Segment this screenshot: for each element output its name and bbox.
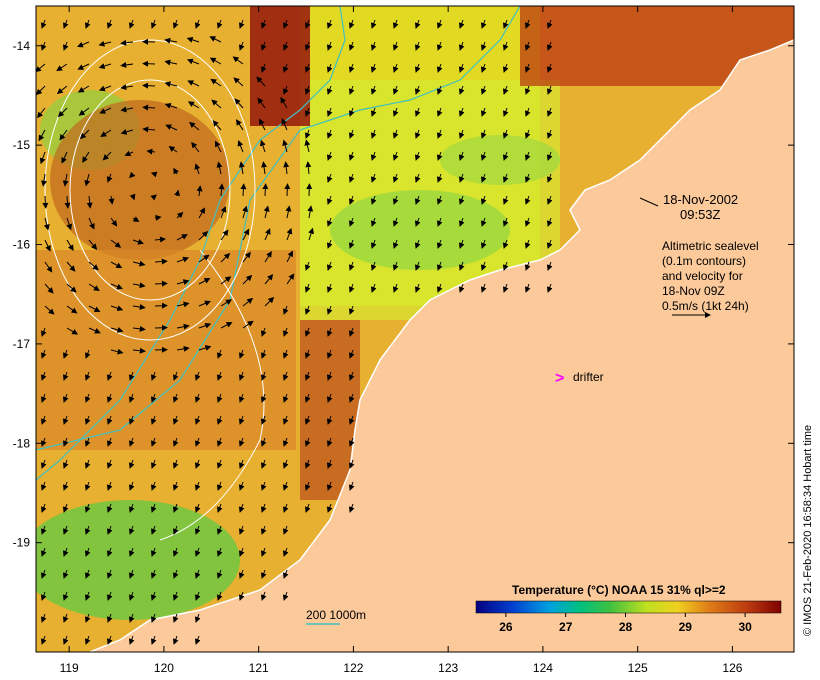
lat-tick-label: -14 bbox=[13, 39, 31, 53]
velocity-arrow bbox=[142, 82, 156, 89]
velocity-arrow bbox=[154, 280, 168, 287]
time-label: 09:53Z bbox=[680, 207, 721, 222]
legend-line-1: Altimetric sealevel bbox=[662, 239, 759, 253]
lon-tick-label: 122 bbox=[343, 661, 363, 675]
lon-tick-label: 121 bbox=[249, 661, 269, 675]
lat-tick-label: -17 bbox=[13, 337, 31, 351]
drifter-label: drifter bbox=[573, 370, 604, 384]
legend-line-3: and velocity for bbox=[662, 269, 743, 283]
legend-line-4: 18-Nov 09Z bbox=[662, 284, 725, 298]
credit-text: © IMOS 21-Feb-2020 16:58:34 Hobart time bbox=[802, 425, 814, 636]
lon-tick-label: 119 bbox=[60, 661, 79, 675]
velocity-arrow bbox=[154, 302, 168, 309]
legend-line-5: 0.5m/s (1kt 24h) bbox=[662, 299, 749, 313]
colorbar-title: Temperature (°C) NOAA 15 31% ql>=2 bbox=[512, 583, 726, 597]
lat-tick-label: -19 bbox=[13, 536, 31, 550]
lat-tick-label: -15 bbox=[13, 138, 31, 152]
velocity-arrow bbox=[262, 183, 269, 197]
lat-tick-label: -18 bbox=[13, 436, 31, 450]
colorbar-tick-label: 27 bbox=[559, 620, 573, 634]
lon-tick-label: 126 bbox=[722, 661, 742, 675]
colorbar-tick-label: 26 bbox=[499, 620, 513, 634]
colorbar-tick-label: 29 bbox=[679, 620, 693, 634]
sst-map: 119 120 121 122 123 124 125 126 -14 -15 -16 -17 -18… bbox=[13, 5, 814, 675]
bathymetry-label: 200 1000m bbox=[306, 608, 366, 622]
colorbar-tick-label: 30 bbox=[738, 620, 752, 634]
lon-tick-label: 125 bbox=[628, 661, 648, 675]
date-label: 18-Nov-2002 bbox=[663, 192, 738, 207]
velocity-arrow bbox=[42, 195, 49, 209]
colorbar bbox=[475, 600, 782, 614]
legend-line-2: (0.1m contours) bbox=[662, 254, 746, 268]
lon-tick-label: 124 bbox=[533, 661, 553, 675]
colorbar-tick-label: 28 bbox=[619, 620, 633, 634]
lon-tick-label: 123 bbox=[438, 661, 458, 675]
lat-tick-label: -16 bbox=[13, 238, 31, 252]
velocity-arrow bbox=[284, 183, 291, 197]
lon-tick-label: 120 bbox=[154, 661, 174, 675]
drifter-marker-icon: > bbox=[555, 370, 564, 387]
